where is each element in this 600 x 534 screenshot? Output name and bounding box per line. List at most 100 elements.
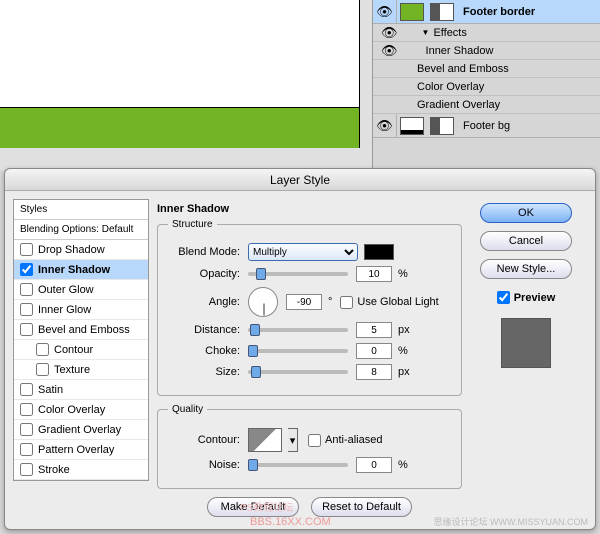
style-label: Stroke bbox=[38, 464, 70, 476]
style-item-satin[interactable]: Satin bbox=[14, 380, 148, 400]
canvas-white-area bbox=[0, 0, 360, 108]
style-checkbox-gradient-overlay[interactable] bbox=[20, 423, 33, 436]
noise-input[interactable] bbox=[356, 457, 392, 473]
style-label: Pattern Overlay bbox=[38, 444, 114, 456]
noise-unit: % bbox=[398, 459, 408, 471]
opacity-slider[interactable] bbox=[248, 272, 348, 276]
anti-aliased-checkbox[interactable] bbox=[308, 434, 321, 447]
layer-row-footer-bg[interactable]: 👁 Footer bg bbox=[373, 114, 600, 138]
style-label: Drop Shadow bbox=[38, 244, 105, 256]
style-item-gradient-overlay[interactable]: Gradient Overlay bbox=[14, 420, 148, 440]
layer-mask-icon[interactable] bbox=[430, 3, 454, 21]
canvas-green-footer bbox=[0, 108, 360, 148]
distance-label: Distance: bbox=[168, 324, 240, 336]
style-label: Texture bbox=[54, 364, 90, 376]
noise-label: Noise: bbox=[168, 459, 240, 471]
effect-gradient-overlay[interactable]: Gradient Overlay bbox=[373, 96, 600, 114]
style-item-inner-glow[interactable]: Inner Glow bbox=[14, 300, 148, 320]
size-slider[interactable] bbox=[248, 370, 348, 374]
right-button-column: OK Cancel New Style... Preview bbox=[470, 199, 582, 521]
opacity-input[interactable] bbox=[356, 266, 392, 282]
noise-slider[interactable] bbox=[248, 463, 348, 467]
style-checkbox-inner-glow[interactable] bbox=[20, 303, 33, 316]
style-item-texture[interactable]: Texture bbox=[14, 360, 148, 380]
layer-row-footer-border[interactable]: 👁 Footer border bbox=[373, 0, 600, 24]
angle-input[interactable] bbox=[286, 294, 322, 310]
visibility-eye-icon[interactable]: 👁 bbox=[376, 4, 393, 20]
anti-aliased-label: Anti-aliased bbox=[325, 434, 382, 446]
use-global-light-checkbox[interactable] bbox=[340, 296, 353, 309]
style-checkbox-pattern-overlay[interactable] bbox=[20, 443, 33, 456]
style-label: Inner Glow bbox=[38, 304, 91, 316]
effects-label: Effects bbox=[433, 27, 466, 39]
use-global-light-label: Use Global Light bbox=[357, 296, 438, 308]
style-item-color-overlay[interactable]: Color Overlay bbox=[14, 400, 148, 420]
style-label: Outer Glow bbox=[38, 284, 94, 296]
make-default-button[interactable]: Make Default bbox=[207, 497, 299, 517]
ok-button[interactable]: OK bbox=[480, 203, 572, 223]
choke-label: Choke: bbox=[168, 345, 240, 357]
contour-swatch[interactable] bbox=[248, 428, 282, 452]
style-checkbox-texture[interactable] bbox=[36, 363, 49, 376]
style-label: Inner Shadow bbox=[38, 264, 110, 276]
size-input[interactable] bbox=[356, 364, 392, 380]
structure-fieldset: Structure Blend Mode: Multiply Opacity: … bbox=[157, 219, 462, 396]
disclosure-triangle-icon[interactable]: ▼ bbox=[422, 28, 430, 37]
preview-label: Preview bbox=[514, 292, 556, 304]
visibility-eye-icon[interactable]: 👁 bbox=[381, 25, 398, 41]
choke-slider[interactable] bbox=[248, 349, 348, 353]
style-label: Bevel and Emboss bbox=[38, 324, 130, 336]
effects-header-row[interactable]: 👁 ▼ Effects bbox=[373, 24, 600, 42]
styles-header[interactable]: Styles bbox=[14, 200, 148, 220]
canvas-area bbox=[0, 0, 370, 155]
style-item-inner-shadow[interactable]: Inner Shadow bbox=[14, 260, 148, 280]
style-item-bevel-emboss[interactable]: Bevel and Emboss bbox=[14, 320, 148, 340]
style-checkbox-drop-shadow[interactable] bbox=[20, 243, 33, 256]
distance-slider[interactable] bbox=[248, 328, 348, 332]
style-item-contour[interactable]: Contour bbox=[14, 340, 148, 360]
quality-fieldset: Quality Contour: ▾ Anti-aliased Noise: % bbox=[157, 404, 462, 489]
style-checkbox-satin[interactable] bbox=[20, 383, 33, 396]
styles-column: Styles Blending Options: Default Drop Sh… bbox=[13, 199, 149, 521]
style-item-stroke[interactable]: Stroke bbox=[14, 460, 148, 480]
layer-thumb-icon[interactable] bbox=[400, 3, 424, 21]
blend-mode-select[interactable]: Multiply bbox=[248, 243, 358, 261]
style-checkbox-bevel-emboss[interactable] bbox=[20, 323, 33, 336]
angle-degree: ° bbox=[328, 296, 332, 308]
visibility-eye-icon[interactable]: 👁 bbox=[381, 43, 398, 59]
new-style-button[interactable]: New Style... bbox=[480, 259, 572, 279]
distance-input[interactable] bbox=[356, 322, 392, 338]
layer-thumb-icon[interactable] bbox=[400, 117, 424, 135]
style-checkbox-color-overlay[interactable] bbox=[20, 403, 33, 416]
style-item-drop-shadow[interactable]: Drop Shadow bbox=[14, 240, 148, 260]
layer-style-dialog: Layer Style Styles Blending Options: Def… bbox=[4, 168, 596, 530]
style-checkbox-inner-shadow[interactable] bbox=[20, 263, 33, 276]
blending-options-header[interactable]: Blending Options: Default bbox=[14, 220, 148, 240]
blend-mode-label: Blend Mode: bbox=[168, 246, 240, 258]
style-checkbox-outer-glow[interactable] bbox=[20, 283, 33, 296]
styles-list: Styles Blending Options: Default Drop Sh… bbox=[13, 199, 149, 481]
effect-color-overlay[interactable]: Color Overlay bbox=[373, 78, 600, 96]
settings-column: Inner Shadow Structure Blend Mode: Multi… bbox=[157, 199, 462, 521]
reset-default-button[interactable]: Reset to Default bbox=[311, 497, 412, 517]
style-item-pattern-overlay[interactable]: Pattern Overlay bbox=[14, 440, 148, 460]
layer-mask-icon[interactable] bbox=[430, 117, 454, 135]
size-unit: px bbox=[398, 366, 410, 378]
choke-input[interactable] bbox=[356, 343, 392, 359]
angle-dial[interactable] bbox=[248, 287, 278, 317]
contour-label: Contour: bbox=[168, 434, 240, 446]
style-item-outer-glow[interactable]: Outer Glow bbox=[14, 280, 148, 300]
style-checkbox-stroke[interactable] bbox=[20, 463, 33, 476]
style-checkbox-contour[interactable] bbox=[36, 343, 49, 356]
dialog-title: Layer Style bbox=[5, 169, 595, 191]
effect-bevel-emboss[interactable]: Bevel and Emboss bbox=[373, 60, 600, 78]
cancel-button[interactable]: Cancel bbox=[480, 231, 572, 251]
visibility-eye-icon[interactable]: 👁 bbox=[376, 118, 393, 134]
preview-checkbox[interactable] bbox=[497, 291, 510, 304]
opacity-label: Opacity: bbox=[168, 268, 240, 280]
effect-inner-shadow[interactable]: 👁Inner Shadow bbox=[373, 42, 600, 60]
contour-dropdown-icon[interactable]: ▾ bbox=[288, 428, 298, 452]
shadow-color-swatch[interactable] bbox=[364, 244, 394, 260]
size-label: Size: bbox=[168, 366, 240, 378]
style-label: Contour bbox=[54, 344, 93, 356]
